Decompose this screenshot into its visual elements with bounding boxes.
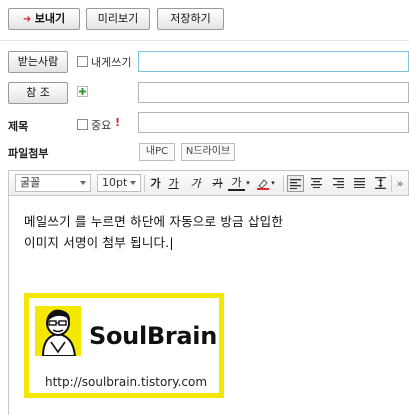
important-mark: !	[115, 116, 121, 129]
more-options-icon[interactable]: »	[393, 175, 407, 192]
font-size-select[interactable]: 10pt	[97, 174, 141, 192]
send-button-label: 보내기	[34, 12, 66, 25]
bold-label: 가	[150, 177, 161, 190]
cc-button[interactable]: 참 조	[8, 82, 68, 104]
font-family-value: 굴꼴	[20, 176, 41, 189]
font-color-button[interactable]: 가	[228, 175, 245, 191]
align-right-icon[interactable]	[330, 175, 347, 192]
add-cc-plus-icon[interactable]	[77, 86, 88, 97]
send-button[interactable]: ➜ 보내기	[8, 8, 80, 30]
font-color-dropdown-icon[interactable]: ▾	[244, 175, 252, 192]
toolbar-separator	[391, 175, 392, 192]
header-divider	[0, 40, 409, 41]
recipient-input[interactable]	[138, 51, 409, 72]
cc-button-label: 참 조	[26, 86, 50, 99]
align-center-icon[interactable]	[308, 175, 325, 192]
attach-my-pc-label: 내PC	[145, 146, 169, 157]
underline-label: 가	[168, 177, 179, 190]
align-left-icon[interactable]	[287, 175, 304, 192]
highlight-dropdown-icon[interactable]: ▾	[269, 175, 277, 192]
attach-n-drive-label: N드라이브	[185, 146, 231, 157]
strikethrough-label: 가	[212, 177, 223, 190]
toolbar-separator	[283, 175, 284, 192]
chevron-down-icon	[80, 181, 86, 185]
chevron-down-icon	[130, 181, 136, 185]
align-justify-icon[interactable]	[351, 175, 368, 192]
to-me-label: 내게쓰기	[91, 56, 132, 69]
recipient-button-label: 받는사람	[17, 55, 59, 68]
attachment-label: 파일첨부	[8, 147, 49, 160]
italic-label: 가	[190, 177, 201, 190]
attach-n-drive-button[interactable]: N드라이브	[181, 143, 235, 161]
underline-button[interactable]: 가	[165, 175, 182, 192]
subject-label: 제목	[8, 120, 29, 133]
subject-input[interactable]	[138, 112, 409, 133]
editor-toolbar: 굴꼴 10pt 가 가 가 가 가 ▾ ▾ »	[8, 170, 409, 196]
more-options-label: »	[396, 177, 404, 190]
strikethrough-button[interactable]: 가	[209, 175, 226, 192]
font-size-value: 10pt	[102, 176, 128, 189]
signature-image: SoulBrain http://soulbrain.tistory.com	[24, 293, 224, 398]
line-height-icon[interactable]	[372, 175, 389, 192]
italic-button[interactable]: 가	[187, 175, 204, 192]
editor-text-line-1: 메일쓰기 를 누르면 하단에 자동으로 방금 삽입한	[24, 214, 284, 229]
recipient-button[interactable]: 받는사람	[8, 51, 68, 73]
cc-input[interactable]	[138, 82, 409, 103]
important-checkbox[interactable]	[77, 119, 88, 130]
editor-text-line-2: 이미지 서명이 첨부 됩니다.|	[24, 235, 174, 250]
signature-brand: SoulBrain	[89, 322, 218, 350]
important-label: 중요	[91, 119, 112, 132]
avatar	[35, 306, 81, 356]
preview-button[interactable]: 미리보기	[86, 8, 150, 30]
preview-button-label: 미리보기	[97, 12, 139, 25]
save-draft-button-label: 저장하기	[170, 12, 211, 25]
save-draft-button[interactable]: 저장하기	[157, 8, 224, 30]
send-arrow-icon: ➜	[22, 14, 32, 25]
attach-my-pc-button[interactable]: 내PC	[139, 143, 175, 161]
font-color-label: 가	[231, 176, 242, 189]
signature-url: http://soulbrain.tistory.com	[45, 375, 208, 389]
font-family-select[interactable]: 굴꼴	[15, 174, 91, 192]
toolbar-separator	[144, 175, 145, 192]
to-me-checkbox[interactable]	[77, 56, 88, 67]
bold-button[interactable]: 가	[147, 175, 164, 192]
